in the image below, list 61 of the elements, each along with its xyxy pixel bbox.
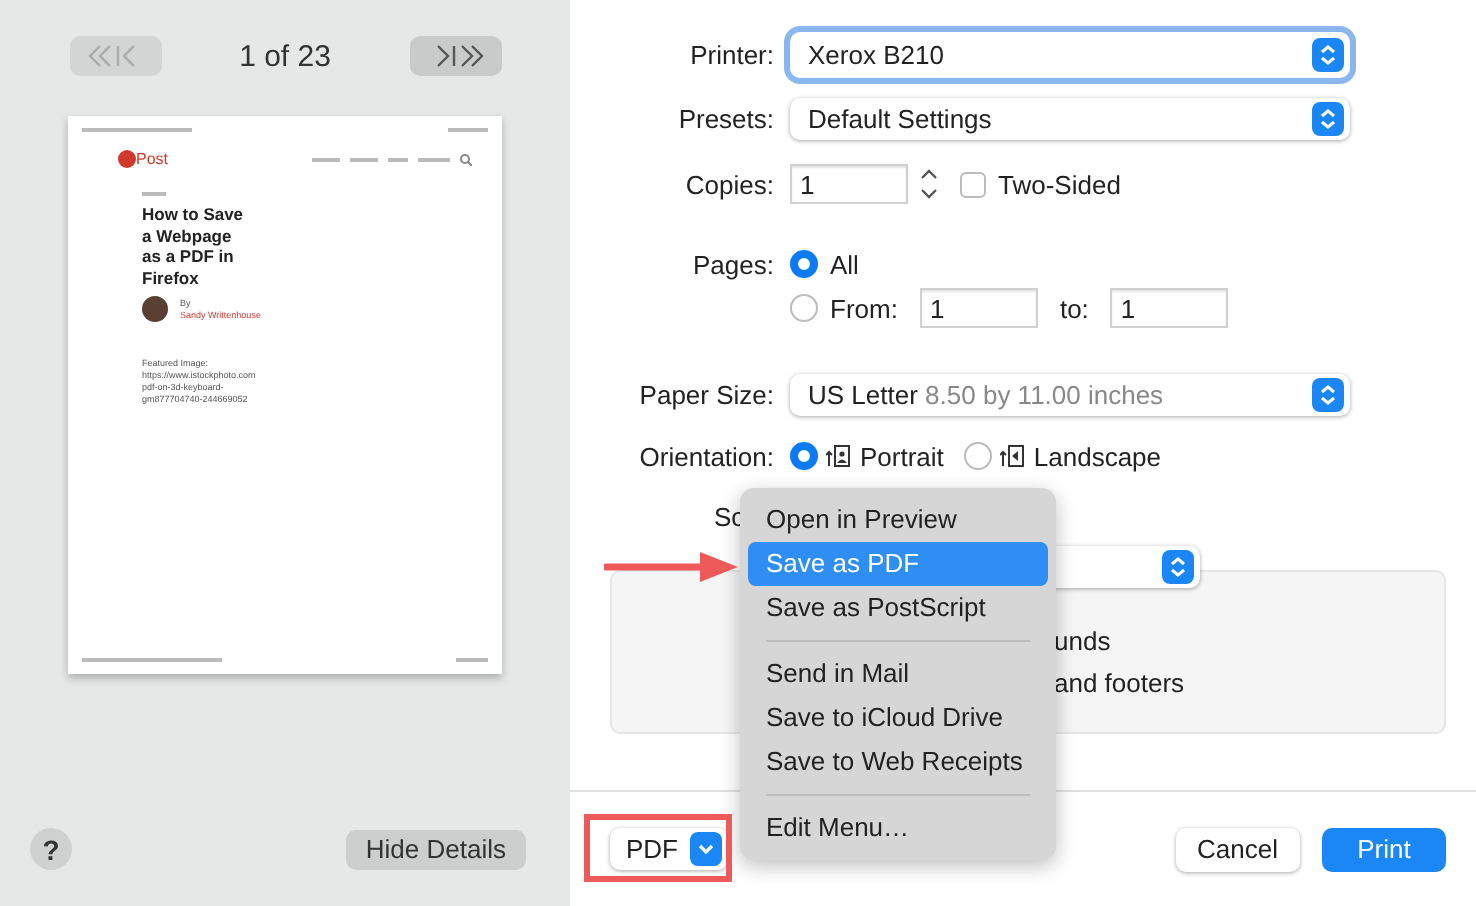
search-icon (460, 153, 472, 165)
help-button[interactable]: ? (30, 828, 72, 870)
field-label: Copies: (683, 169, 776, 199)
from-page-field[interactable]: 1 (919, 288, 1038, 328)
page-counter: 1 of 23 (239, 39, 331, 73)
stepper-icon[interactable] (1312, 377, 1344, 411)
radio-button[interactable] (790, 442, 818, 470)
annotation-arrow (604, 550, 740, 584)
menu-item[interactable]: Save to Web Receipts (748, 740, 1048, 784)
avatar (142, 296, 168, 322)
next-page-button[interactable] (409, 36, 501, 76)
menu-item[interactable]: Open in Preview (748, 498, 1048, 542)
portrait-icon (826, 444, 850, 468)
menu-item[interactable]: Edit Menu… (748, 806, 1048, 850)
field-label: Orientation: (637, 441, 776, 471)
paper-size-popup[interactable]: US Letter 8.50 by 11.00 inches (790, 373, 1350, 415)
option-label: unds (1054, 626, 1113, 656)
field-label: Paper Size: (637, 379, 776, 409)
radio-label: Portrait (860, 441, 944, 471)
menu-item[interactable]: Save as PostScript (748, 586, 1048, 630)
option-label: and footers (1054, 668, 1187, 698)
article-title: How to Save a Webpage as a PDF in Firefox (142, 204, 246, 288)
copies-field[interactable]: 1 (790, 164, 908, 204)
menu-item[interactable]: Send in Mail (748, 652, 1048, 696)
stepper-icon[interactable] (1162, 549, 1194, 583)
checkbox-label: Two-Sided (998, 169, 1121, 199)
header-text-line (448, 128, 488, 132)
cancel-button[interactable]: Cancel (1175, 827, 1300, 871)
radio-label: From: (830, 293, 898, 323)
two-sided-checkbox[interactable] (960, 171, 986, 197)
radio-button[interactable] (790, 250, 818, 278)
stepper-icon[interactable] (1312, 101, 1344, 135)
menu-item[interactable]: Save to iCloud Drive (748, 696, 1048, 740)
chevron-down-icon (690, 832, 722, 866)
radio-button[interactable] (790, 294, 818, 322)
radio-label: All (830, 249, 859, 279)
hide-details-button[interactable]: Hide Details (345, 829, 526, 869)
printer-popup[interactable]: Xerox B210 (790, 31, 1350, 77)
nav-text-line (418, 157, 450, 161)
radio-label: Landscape (1033, 441, 1162, 471)
field-label: to: (1059, 293, 1089, 323)
stepper-arrows-icon[interactable] (916, 164, 942, 204)
nav-text-line (312, 157, 340, 161)
stepper-icon[interactable] (1312, 37, 1344, 71)
landscape-icon (999, 444, 1024, 468)
presets-popup[interactable]: Default Settings (790, 97, 1350, 139)
radio-button[interactable] (963, 442, 992, 470)
field-label: Printer: (688, 39, 776, 69)
nav-text-line (350, 157, 378, 161)
category-text-line (142, 192, 166, 196)
footer-text-line (456, 658, 488, 662)
logo-icon (118, 150, 136, 168)
to-page-field[interactable]: 1 (1110, 288, 1229, 328)
previous-page-button[interactable] (69, 36, 161, 76)
pdf-menu-button[interactable]: PDF (610, 828, 728, 870)
field-label: Pages: (691, 249, 776, 279)
field-label: Presets: (676, 103, 776, 133)
site-logo: Post (136, 150, 169, 168)
header-text-line (82, 128, 192, 132)
footer-text-line (82, 658, 222, 662)
print-button[interactable]: Print (1322, 827, 1446, 871)
